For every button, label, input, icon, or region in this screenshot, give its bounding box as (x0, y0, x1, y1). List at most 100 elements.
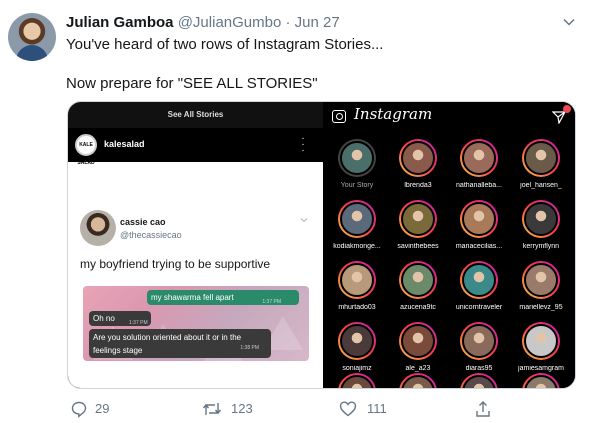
quoted-avatar (80, 210, 116, 246)
story-avatar (524, 263, 558, 297)
reply-count: 29 (95, 401, 110, 416)
story-screenshot-left: See All Stories KALE SALAD kalesalad · · ·… (68, 102, 323, 388)
notification-badge (563, 105, 571, 113)
separator: · (281, 14, 295, 31)
story-avatar (462, 141, 496, 175)
story-username: mariacecilias... (455, 243, 503, 250)
story-avatar (462, 202, 496, 236)
story-item[interactable]: unicorntraveler (448, 261, 508, 323)
see-all-stories-title: See All Stories (68, 102, 323, 128)
story-item[interactable] (510, 373, 570, 388)
story-ring (399, 322, 437, 360)
story-username: kerrymflynn (522, 243, 560, 250)
like-count: 111 (367, 401, 387, 416)
story-ring (399, 373, 437, 388)
chat-time-1: 1:37 PM (262, 299, 281, 305)
author-handle[interactable]: @JulianGumbo (178, 14, 282, 31)
story-avatar (462, 324, 496, 358)
chat-bubble-received: Oh no 1:37 PM (89, 311, 151, 326)
story-item[interactable]: kerrymflynn (510, 200, 570, 262)
chevron-down-icon[interactable] (563, 16, 575, 28)
quoted-handle: @thecassiecao (120, 230, 182, 240)
story-username: kalesalad (104, 139, 145, 149)
tweet[interactable]: Julian Gamboa @JulianGumbo · Jun 27 You'… (0, 0, 590, 423)
story-ring (522, 322, 560, 360)
tweet-date[interactable]: Jun 27 (295, 14, 340, 31)
tweet-text-line2: Now prepare for "SEE ALL STORIES" (66, 75, 318, 92)
author-name[interactable]: Julian Gamboa (66, 14, 174, 31)
story-item[interactable]: joel_hansen_ (510, 139, 570, 201)
story-username: azucena9tc (400, 304, 436, 311)
story-ring (460, 261, 498, 299)
tweet-media[interactable]: See All Stories KALE SALAD kalesalad · · ·… (67, 101, 576, 389)
story-item[interactable]: nathanalleba... (448, 139, 508, 201)
story-item[interactable] (448, 373, 508, 388)
chat-message-1: my shawarma fell apart (151, 293, 234, 302)
retweet-count: 123 (231, 401, 253, 416)
story-item[interactable]: mariellevz_95 (510, 261, 570, 323)
retweet-button[interactable]: 123 (202, 400, 272, 418)
story-avatar (462, 375, 496, 388)
story-username: nathanalleba... (456, 182, 502, 189)
like-button[interactable]: 111 (339, 400, 399, 418)
story-username: mariellevz_95 (519, 304, 563, 311)
story-ring (338, 322, 376, 360)
chat-bubble-received: Are you solution oriented about it or in… (89, 329, 271, 358)
kalesalad-avatar: KALE SALAD (75, 134, 97, 166)
story-ring (399, 200, 437, 238)
chevron-down-icon (300, 218, 308, 223)
tweet-text-line1: You've heard of two rows of Instagram St… (66, 36, 384, 53)
story-avatar (340, 263, 374, 297)
story-item[interactable]: lbrenda3 (387, 139, 447, 201)
story-item[interactable] (326, 373, 386, 388)
heart-icon (339, 401, 357, 417)
instagram-logo: Instagram (354, 105, 433, 123)
story-ring (522, 200, 560, 238)
chat-message-3: Are you solution oriented about it or in… (93, 333, 242, 355)
story-item[interactable]: mhurtado03 (326, 261, 386, 323)
story-avatar (340, 324, 374, 358)
reply-icon (71, 401, 87, 418)
chat-time-3: 1:38 PM (240, 345, 259, 351)
story-item[interactable]: kodiakmonge... (326, 200, 386, 262)
retweet-icon (202, 403, 222, 415)
story-username: joel_hansen_ (520, 182, 562, 189)
story-ring (399, 261, 437, 299)
story-username: ale_a23 (405, 365, 431, 372)
story-item[interactable]: mariacecilias... (448, 200, 508, 262)
story-user-bar: KALE SALAD kalesalad · · · (68, 128, 323, 166)
story-ring (338, 200, 376, 238)
story-username: unicorntraveler (455, 304, 503, 311)
story-item[interactable]: savinthebees (387, 200, 447, 262)
story-avatar (401, 324, 435, 358)
story-username: mhurtado03 (338, 304, 376, 311)
story-username: lbrenda3 (404, 182, 432, 189)
story-ring (338, 373, 376, 388)
story-ring (460, 200, 498, 238)
story-username: jamiesamgram (518, 365, 564, 372)
camera-icon (332, 110, 346, 123)
chat-bubble-sent: my shawarma fell apart 1:37 PM (147, 290, 299, 305)
story-ring (460, 373, 498, 388)
quoted-name: cassie cao (120, 217, 166, 227)
story-ring (399, 139, 437, 177)
story-avatar (340, 202, 374, 236)
story-avatar (524, 202, 558, 236)
tweet-header: Julian Gamboa @JulianGumbo · Jun 27 (66, 14, 340, 34)
chat-message-2: Oh no (93, 314, 115, 323)
story-avatar (340, 141, 374, 175)
story-username: diaras95 (465, 365, 493, 372)
story-item[interactable] (387, 373, 447, 388)
share-icon (476, 401, 490, 417)
story-avatar (524, 324, 558, 358)
chat-screenshot: my shawarma fell apart 1:37 PM Oh no 1:3… (83, 286, 309, 361)
share-button[interactable] (474, 400, 494, 418)
story-item[interactable]: azucena9tc (387, 261, 447, 323)
story-username: savinthebees (397, 243, 439, 250)
avatar[interactable] (8, 13, 56, 61)
story-avatar (401, 202, 435, 236)
story-ring (522, 373, 560, 388)
story-ring (522, 261, 560, 299)
story-item[interactable]: Your Story (326, 139, 386, 201)
reply-button[interactable]: 29 (70, 400, 130, 418)
